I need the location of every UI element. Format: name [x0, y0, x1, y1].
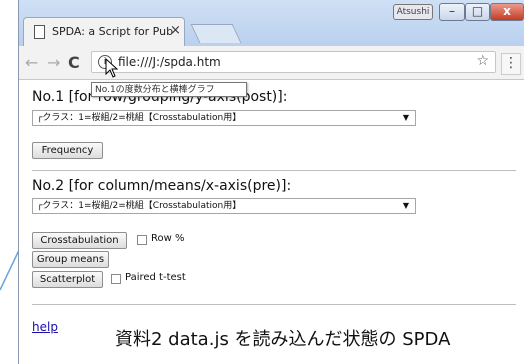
figure-caption: 資料2 data.js を読み込んだ状態の SPDA [115, 329, 451, 350]
tab-close-icon[interactable]: × [170, 23, 181, 38]
section1-select[interactable]: ┌クラス：1=桜組/2=桃組【Crosstabulation用】 ▼ [32, 110, 416, 126]
scatterplot-button[interactable]: Scatterplot [32, 271, 103, 288]
footer-divider [32, 304, 516, 305]
url-text: file:///J:/spda.htm [118, 55, 221, 69]
dropdown-arrow-icon: ▼ [402, 113, 409, 122]
close-window-button[interactable]: x [490, 3, 524, 21]
browser-menu-icon[interactable]: ⋮ [501, 53, 521, 75]
tab-title: SPDA: a Script for Pub [52, 25, 174, 38]
back-arrow-icon[interactable]: ← [25, 53, 38, 72]
paired-t-test-label: Paired t-test [125, 272, 186, 283]
section-divider [32, 170, 516, 171]
dropdown-arrow-icon: ▼ [402, 201, 409, 210]
section1-select-value: ┌クラス：1=桜組/2=桃組【Crosstabulation用】 [37, 113, 242, 123]
row-percent-label: Row % [151, 233, 185, 244]
page-content: No.1 [for row/grouping/y-axis(post)]: ┌ク… [19, 80, 524, 364]
maximize-button[interactable]: □ [465, 3, 490, 21]
section2-label: No.2 [for column/means/x-axis(pre)]: [32, 178, 292, 194]
title-bar: SPDA: a Script for Pub × Atsushi – □ x [19, 0, 524, 46]
paired-t-test-checkbox[interactable] [111, 274, 121, 284]
page-icon [34, 25, 45, 39]
mouse-cursor-icon [105, 58, 119, 78]
browser-tab[interactable]: SPDA: a Script for Pub × [23, 17, 185, 46]
bookmark-star-icon[interactable]: ☆ [476, 53, 489, 69]
browser-window: SPDA: a Script for Pub × Atsushi – □ x ←… [18, 0, 524, 364]
help-link[interactable]: help [32, 320, 58, 334]
minimize-button[interactable]: – [439, 3, 465, 21]
forward-arrow-icon[interactable]: → [47, 53, 60, 72]
section2-select-value: ┌クラス：1=桜組/2=桃組【Crosstabulation用】 [37, 201, 242, 211]
reload-icon[interactable]: C [68, 53, 80, 72]
frequency-tooltip: No.1の度数分布と横棒グラフ [91, 82, 247, 97]
address-bar[interactable]: i file:///J:/spda.htm ☆ [91, 51, 496, 73]
browser-toolbar: ← → C i file:///J:/spda.htm ☆ ⋮ [19, 46, 524, 80]
frequency-button[interactable]: Frequency [32, 142, 103, 159]
section2-select[interactable]: ┌クラス：1=桜組/2=桃組【Crosstabulation用】 ▼ [32, 198, 416, 214]
row-percent-checkbox[interactable] [137, 235, 147, 245]
group-means-button[interactable]: Group means [32, 251, 109, 268]
profile-badge[interactable]: Atsushi [393, 4, 433, 20]
new-tab-button[interactable] [190, 24, 242, 43]
crosstabulation-button[interactable]: Crosstabulation [32, 232, 127, 249]
